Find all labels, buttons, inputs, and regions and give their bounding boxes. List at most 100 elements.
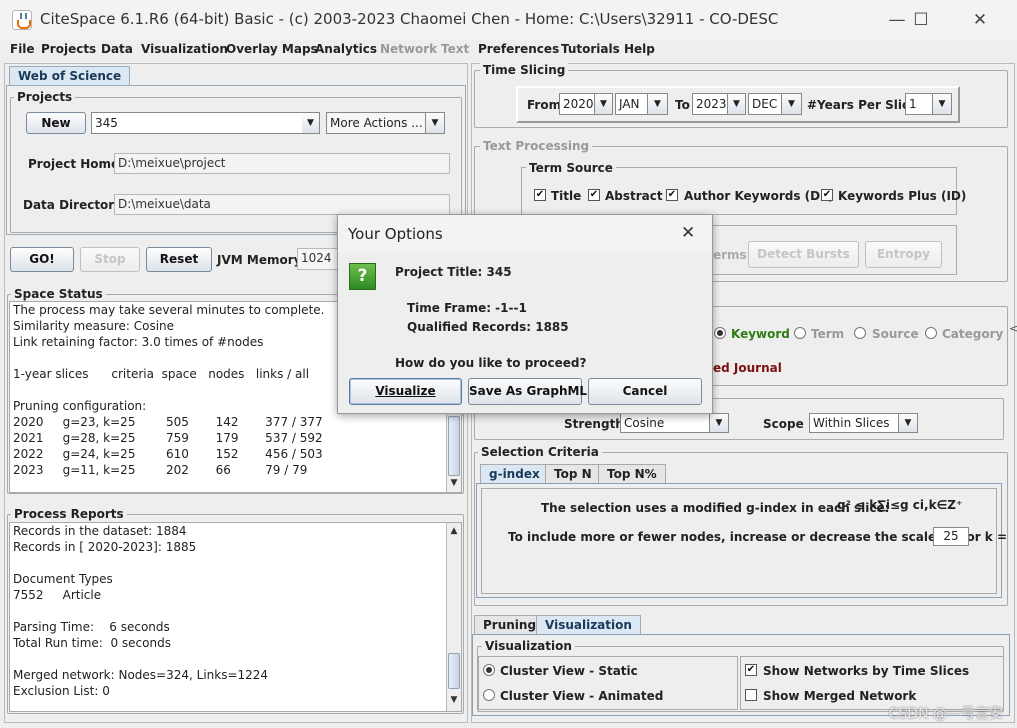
show-by-slices-label: Show Networks by Time Slices — [763, 664, 970, 678]
new-project-button[interactable]: New — [26, 112, 86, 134]
project-select[interactable]: 345 — [91, 112, 303, 134]
from-month-select[interactable]: JAN — [615, 93, 648, 115]
scrollbar-thumb[interactable] — [448, 416, 460, 476]
from-month-arrow[interactable]: ▼ — [648, 93, 668, 115]
abstract-checkbox-label: Abstract — [605, 189, 663, 203]
stop-button[interactable]: Stop — [80, 247, 140, 272]
menu-text[interactable]: Text — [441, 42, 469, 56]
years-per-slice-arrow[interactable]: ▼ — [933, 93, 952, 115]
go-button[interactable]: GO! — [10, 247, 74, 272]
g-index-formula: g² ≤ k∑i≤g ci,k∈Z⁺ — [837, 498, 963, 512]
visualize-button[interactable]: Visualize — [349, 378, 462, 405]
tab-top-n[interactable]: Top N — [545, 464, 601, 483]
category-radio[interactable] — [925, 327, 937, 339]
chevron-left-icon[interactable]: < — [1009, 322, 1017, 335]
cluster-animated-radio[interactable] — [483, 689, 495, 701]
term-label: Term — [811, 327, 845, 341]
term-radio[interactable] — [794, 327, 806, 339]
menu-network[interactable]: Network — [380, 42, 437, 56]
to-month-select[interactable]: DEC — [748, 93, 782, 115]
tab-g-index[interactable]: g-index — [480, 464, 549, 483]
from-label: From — [527, 98, 562, 112]
watermark-text: CSDN @一号言安 — [888, 706, 1003, 722]
menu-analytics[interactable]: Analytics — [315, 42, 377, 56]
detect-bursts-button[interactable]: Detect Bursts — [748, 241, 859, 268]
from-year-select[interactable]: 2020 — [559, 93, 595, 115]
cluster-static-radio[interactable] — [483, 664, 495, 676]
reset-button[interactable]: Reset — [146, 247, 212, 272]
scope-select[interactable]: Within Slices — [809, 413, 899, 433]
from-year-arrow[interactable]: ▼ — [595, 93, 613, 115]
menu-tutorials[interactable]: Tutorials — [561, 42, 620, 56]
dialog-title: Your Options — [348, 225, 443, 243]
dialog-close-button[interactable]: ✕ — [681, 223, 695, 243]
menu-file[interactable]: File — [10, 42, 35, 56]
report-line: Document Types — [13, 572, 113, 586]
status-line: 2020 g=23, k=25 505 142 377 / 377 — [13, 415, 323, 429]
more-actions-select[interactable]: More Actions ... — [326, 112, 426, 134]
menu-overlay-maps[interactable]: Overlay Maps — [226, 42, 318, 56]
scroll-down-arrow[interactable]: ▼ — [447, 478, 461, 488]
time-slicing-title: Time Slicing — [480, 63, 569, 77]
menu-visualization[interactable]: Visualization — [141, 42, 228, 56]
menu-projects[interactable]: Projects — [41, 42, 96, 56]
text-processing-title: Text Processing — [480, 139, 593, 153]
data-directory-field[interactable]: D:\meixue\data — [114, 194, 450, 215]
project-home-field[interactable]: D:\meixue\project — [114, 153, 450, 174]
scope-arrow[interactable]: ▼ — [899, 413, 918, 433]
scroll-down-arrow[interactable]: ▼ — [447, 695, 461, 705]
keywords-plus-checkbox[interactable]: ✔ — [821, 189, 833, 201]
to-month-arrow[interactable]: ▼ — [782, 93, 802, 115]
source-radio[interactable] — [854, 327, 866, 339]
to-label: To — [675, 98, 690, 112]
to-year-arrow[interactable]: ▼ — [728, 93, 746, 115]
window-title: CiteSpace 6.1.R6 (64-bit) Basic - (c) 20… — [40, 10, 779, 28]
status-line: Pruning configuration: — [13, 399, 147, 413]
report-line: Parsing Time: 6 seconds — [13, 620, 170, 634]
report-line: Records in [ 2020-2023]: 1885 — [13, 540, 197, 554]
report-line: Total Run time: 0 seconds — [13, 636, 171, 650]
menu-help[interactable]: Help — [624, 42, 655, 56]
save-as-graphml-button[interactable]: Save As GraphML — [468, 378, 587, 405]
report-line: Merged network: Nodes=324, Links=1224 — [13, 668, 269, 682]
title-checkbox[interactable]: ✔ — [534, 189, 546, 201]
more-actions-arrow[interactable]: ▼ — [426, 112, 445, 134]
close-window-button[interactable]: ✕ — [956, 0, 1004, 40]
qualified-records-text: Qualified Records: 1885 — [407, 320, 569, 334]
tab-top-n-percent[interactable]: Top N% — [598, 464, 666, 483]
maximize-button[interactable]: ☐ — [897, 0, 945, 40]
tab-web-of-science[interactable]: Web of Science — [9, 66, 131, 85]
status-line: 2021 g=28, k=25 759 179 537 / 592 — [13, 431, 323, 445]
scrollbar-thumb[interactable] — [448, 653, 460, 689]
strength-select[interactable]: Cosine — [620, 413, 710, 433]
keyword-label: Keyword — [731, 327, 790, 341]
author-keywords-checkbox[interactable]: ✔ — [666, 189, 678, 201]
abstract-checkbox[interactable]: ✔ — [588, 189, 600, 201]
source-label: Source — [872, 327, 919, 341]
scale-factor-field[interactable]: 25 — [933, 527, 969, 546]
entropy-button[interactable]: Entropy — [865, 241, 942, 268]
keyword-radio[interactable] — [714, 327, 726, 339]
years-per-slice-select[interactable]: 1 — [905, 93, 933, 115]
menu-data[interactable]: Data — [101, 42, 133, 56]
strength-arrow[interactable]: ▼ — [710, 413, 729, 433]
to-year-select[interactable]: 2023 — [692, 93, 728, 115]
project-select-arrow[interactable]: ▼ — [302, 112, 320, 134]
tab-visualization[interactable]: Visualization — [536, 615, 641, 634]
cluster-animated-label: Cluster View - Animated — [500, 689, 664, 703]
title-checkbox-label: Title — [551, 189, 582, 203]
space-status-scrollbar[interactable]: ▼ — [446, 414, 461, 492]
show-by-slices-checkbox[interactable]: ✔ — [745, 664, 757, 676]
menu-bar: File Projects Data Visualization Overlay… — [0, 40, 1017, 60]
report-line: 7552 Article — [13, 588, 102, 602]
time-frame-text: Time Frame: -1--1 — [407, 301, 527, 315]
cancel-button[interactable]: Cancel — [588, 378, 702, 405]
your-options-dialog: Your Options ✕ ? Project Title: 345 Time… — [337, 214, 713, 414]
terms-button-partial[interactable]: erms — [713, 248, 747, 262]
show-merged-checkbox[interactable] — [745, 689, 757, 701]
cluster-static-label: Cluster View - Static — [500, 664, 638, 678]
menu-preferences[interactable]: Preferences — [478, 42, 559, 56]
scroll-up-arrow[interactable]: ▲ — [447, 526, 461, 536]
process-reports-scrollbar[interactable]: ▲ ▼ — [446, 523, 461, 711]
tab-pruning[interactable]: Pruning — [474, 615, 546, 634]
